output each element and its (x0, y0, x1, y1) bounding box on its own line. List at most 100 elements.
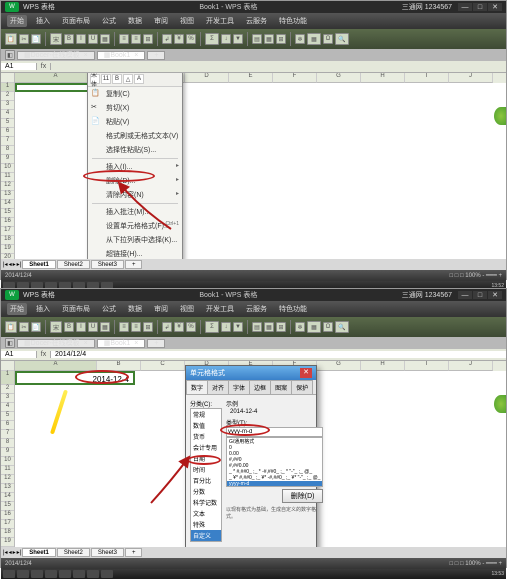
minimize-button[interactable]: — (458, 3, 472, 11)
start-button[interactable] (3, 570, 15, 578)
row-header[interactable]: 3 (1, 101, 14, 110)
row-header[interactable]: 17 (1, 227, 14, 236)
row-header[interactable]: 9 (1, 155, 14, 164)
wrap-button[interactable]: ↲ (162, 34, 172, 44)
context-menu-item[interactable]: 超链接(H)... (88, 247, 182, 259)
format-button[interactable]: ▤ (252, 322, 262, 332)
currency-button[interactable]: ¥ (174, 34, 184, 44)
column-header[interactable]: F (273, 73, 317, 83)
dialog-tab[interactable]: 字体 (228, 380, 250, 394)
sum-button[interactable]: Σ (205, 321, 219, 333)
column-header[interactable]: A (15, 73, 97, 83)
sheet-tab[interactable]: Sheet3 (91, 548, 124, 557)
row-header[interactable]: 7 (1, 430, 14, 439)
status-zoom[interactable]: □ □ □ 100% - ━━━ + (449, 272, 502, 279)
column-header[interactable]: C (141, 361, 185, 371)
context-menu-item[interactable]: 粘贴(V)📄 (88, 115, 182, 129)
row-header[interactable]: 2 (1, 92, 14, 101)
row-header[interactable]: 5 (1, 119, 14, 128)
category-item[interactable]: 科学记数 (191, 497, 221, 508)
context-menu-item[interactable]: 从下拉列表中选择(K)... (88, 233, 182, 247)
row-header[interactable]: 2 (1, 385, 14, 394)
context-menu-item[interactable]: 格式刷或无格式文本(V) (88, 129, 182, 143)
cell-a1[interactable] (15, 83, 97, 92)
row-header[interactable]: 4 (1, 110, 14, 119)
add-sheet-button[interactable]: + (125, 548, 143, 557)
find-button[interactable]: 🔍 (335, 33, 349, 45)
column-header[interactable]: J (449, 361, 493, 371)
row-header[interactable]: 9 (1, 448, 14, 457)
document-tab[interactable]: ▦ Book1 × (97, 51, 146, 60)
menu-item[interactable]: 插入 (33, 15, 53, 27)
minimize-button[interactable]: — (458, 291, 472, 299)
row-header[interactable]: 10 (1, 457, 14, 466)
menu-item[interactable]: 页面布局 (59, 15, 93, 27)
status-zoom[interactable]: □ □ □ 100% - ━━━ + (449, 560, 502, 567)
row-header[interactable]: 8 (1, 439, 14, 448)
column-header[interactable]: J (449, 73, 493, 83)
column-header[interactable]: G (317, 361, 361, 371)
row-header[interactable]: 11 (1, 173, 14, 182)
close-button[interactable]: ✕ (488, 3, 502, 11)
cut-button[interactable]: ✂ (19, 34, 29, 44)
sheet-nav-last[interactable]: ▸| (17, 261, 22, 268)
category-item[interactable]: 会计专用 (191, 442, 221, 453)
sum-button[interactable]: Σ (205, 33, 219, 45)
row-header[interactable]: 20 (1, 254, 14, 259)
maximize-button[interactable]: □ (473, 3, 487, 11)
table-style-button[interactable]: ▦ (307, 321, 321, 333)
percent-button[interactable]: % (186, 322, 196, 332)
symbol-button[interactable]: Ω (323, 322, 333, 332)
paste-button[interactable]: 📋 (5, 33, 17, 45)
mini-toolbar-button[interactable]: △ (123, 74, 133, 84)
row-header[interactable]: 11 (1, 466, 14, 475)
percent-button[interactable]: % (186, 34, 196, 44)
context-menu-item[interactable]: 插入(I)...▸ (88, 160, 182, 174)
row-header[interactable]: 5 (1, 412, 14, 421)
sheet-tab[interactable]: Sheet1 (22, 260, 56, 269)
wrap-button[interactable]: ↲ (162, 322, 172, 332)
context-menu-item[interactable]: 删除(D)...▸ (88, 174, 182, 188)
row-header[interactable]: 17 (1, 520, 14, 529)
document-tab[interactable]: ▦ Docer-在线模板 × (17, 339, 95, 348)
menu-item[interactable]: 审阅 (151, 15, 171, 27)
row-header[interactable]: 12 (1, 475, 14, 484)
menu-item[interactable]: 数据 (125, 303, 145, 315)
sheet-nav-last[interactable]: ▸| (17, 549, 22, 556)
menu-item[interactable]: 云服务 (243, 15, 270, 27)
mini-toolbar-button[interactable]: 11 (101, 74, 111, 84)
add-tab-button[interactable]: + (147, 339, 165, 348)
table-style-button[interactable]: ▦ (307, 33, 321, 45)
menu-item[interactable]: 审阅 (151, 303, 171, 315)
format-code-item[interactable]: yyyy-m-d (227, 481, 322, 487)
dialog-tab[interactable]: 保护 (291, 380, 313, 394)
sheet-nav-prev[interactable]: ◂ (9, 261, 12, 268)
type-input[interactable] (226, 427, 323, 437)
menu-item[interactable]: 公式 (99, 15, 119, 27)
menu-item[interactable]: 公式 (99, 303, 119, 315)
row-header[interactable]: 15 (1, 209, 14, 218)
column-header[interactable]: I (405, 361, 449, 371)
category-item[interactable]: 文本 (191, 508, 221, 519)
align-center-button[interactable]: ≡ (131, 322, 141, 332)
fx-button[interactable]: fx (37, 351, 51, 358)
dialog-tab[interactable]: 边框 (249, 380, 271, 394)
italic-button[interactable]: I (76, 322, 86, 332)
underline-button[interactable]: U (88, 322, 98, 332)
fx-button[interactable]: fx (37, 63, 51, 70)
row-header[interactable]: 16 (1, 218, 14, 227)
sheet-nav-first[interactable]: |◂ (3, 549, 8, 556)
dialog-tab[interactable]: 图案 (270, 380, 292, 394)
row-header[interactable]: 14 (1, 200, 14, 209)
category-item[interactable]: 分数 (191, 486, 221, 497)
taskbar-item[interactable] (87, 570, 99, 578)
paste-button[interactable]: 📋 (5, 321, 17, 333)
freeze-button[interactable]: ❄ (295, 34, 305, 44)
merge-button[interactable]: ⊞ (143, 34, 153, 44)
menu-item[interactable]: 开发工具 (203, 303, 237, 315)
format-code-list[interactable]: G/通用格式00.00#,##0#,##0.00_ * #,##0_ ;_ * … (226, 437, 323, 487)
dialog-tab[interactable]: 数字 (186, 380, 208, 394)
row-header[interactable]: 8 (1, 146, 14, 155)
taskbar-item[interactable] (101, 570, 113, 578)
menu-item[interactable]: 视图 (177, 303, 197, 315)
